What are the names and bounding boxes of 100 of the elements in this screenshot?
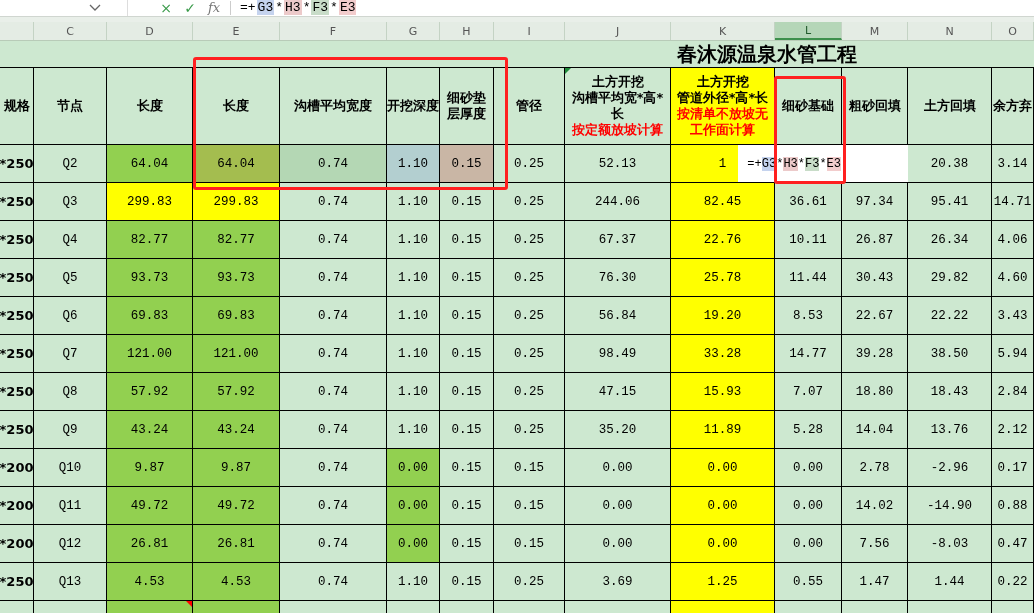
table-cell: 7.07 [775,373,842,410]
table-cell: 0.00 [387,449,440,486]
table-cell: 1.10 [387,145,440,182]
table-cell: 18.80 [842,373,908,410]
table-cell: 26.81 [193,525,280,562]
table-cell: -8.03 [908,525,992,562]
table-cell: 0.74 [280,259,387,296]
table-cell: *200 [0,449,34,486]
table-cell: 121.00 [193,335,280,372]
table-cell: 0.22 [992,563,1034,600]
header-cell: 长度 [107,68,193,144]
chevron-down-icon [89,4,101,12]
table-cell: 14.04 [842,411,908,448]
table-cell: 0.00 [775,525,842,562]
table-cell: 0.25 [494,145,565,182]
table-cell: 57.92 [193,373,280,410]
table-cell: 57.92 [107,373,193,410]
table-cell: 121.00 [107,335,193,372]
table-cell: 0.74 [280,335,387,372]
table-cell: 14.02 [842,487,908,524]
table-cell: 3.43 [992,297,1034,334]
column-header[interactable]: G [387,22,440,40]
column-header[interactable]: L [775,22,842,40]
formula-input[interactable]: =+G3*H3*F3*E3 [239,1,357,15]
column-header[interactable]: D [107,22,193,40]
table-cell: 1.10 [387,411,440,448]
table-cell: 0.15 [440,373,494,410]
table-cell: 1.10 [387,183,440,220]
table-cell: 39.28 [842,335,908,372]
table-cell: 0.25 [494,335,565,372]
table-cell: 14.71 [992,183,1034,220]
table-cell: 43.24 [193,411,280,448]
table-cell: 1.10 [387,297,440,334]
table-cell: 43.24 [107,411,193,448]
table-cell: 1.10 [387,563,440,600]
table-cell: 22.67 [842,297,908,334]
column-header[interactable]: J [565,22,671,40]
table-cell: *250 [0,145,34,182]
column-header[interactable]: O [992,22,1034,40]
table-cell: 0.15 [494,525,565,562]
table-cell: -14.90 [908,487,992,524]
column-header[interactable]: M [842,22,908,40]
table-cell: 0.15 [494,449,565,486]
table-cell: 0.15 [494,487,565,524]
table-cell: 82.45 [671,183,775,220]
table-cell: 14.77 [775,335,842,372]
table-cell: 1.10 [387,335,440,372]
cancel-button[interactable]: × [154,1,178,15]
table-cell: 1.10 [387,221,440,258]
table-cell: 0.25 [494,373,565,410]
table-cell: 4.06 [992,221,1034,258]
table-cell: 0.74 [280,145,387,182]
header-cell: 开挖深度 [387,68,440,144]
table-cell: 0.00 [671,525,775,562]
table-cell: 0.15 [440,525,494,562]
table-cell: 69.83 [107,297,193,334]
header-cell: 余方弃 [992,68,1034,144]
confirm-button[interactable]: ✓ [178,1,202,15]
table-cell: 95.41 [908,183,992,220]
column-header[interactable]: C [34,22,107,40]
table-cell: 1.44 [908,563,992,600]
table-cell: 64.04 [107,145,193,182]
table-cell: 0.25 [494,297,565,334]
column-header[interactable]: H [440,22,494,40]
table-cell: 2.12 [992,411,1034,448]
header-cell: 管径 [494,68,565,144]
table-cell: 49.72 [107,487,193,524]
table-cell: 299.83 [107,183,193,220]
table-cell: 10.11 [775,221,842,258]
table-cell: 0.74 [280,297,387,334]
table-cell: 0.55 [775,563,842,600]
table-cell: 1.10 [387,373,440,410]
table-cell: 0.00 [671,487,775,524]
table-cell: *250 [0,297,34,334]
table-cell: 0.15 [440,487,494,524]
table-cell: 5.94 [992,335,1034,372]
header-cell: 节点 [34,68,107,144]
table-cell: 0.00 [387,525,440,562]
table-cell: 26.34 [908,221,992,258]
table-cell: 0.74 [280,373,387,410]
table-cell: 4.53 [107,563,193,600]
table-cell: 0.15 [440,259,494,296]
table-cell: 0.15 [440,335,494,372]
table-cell: 64.04 [193,145,280,182]
column-header[interactable]: E [193,22,280,40]
column-header[interactable]: N [908,22,992,40]
header-cell: 土方回填 [908,68,992,144]
column-header[interactable]: I [494,22,565,40]
table-cell: 0.00 [387,487,440,524]
table-cell: *250 [0,259,34,296]
table-cell: *250 [0,411,34,448]
table-cell: 0.74 [280,183,387,220]
table-cell: *250 [0,373,34,410]
table-cell: 26.87 [842,221,908,258]
table-cell: 0.74 [280,411,387,448]
insert-function-button[interactable]: fx [202,1,226,15]
table-cell: -2.96 [908,449,992,486]
table-cell: 0.88 [992,487,1034,524]
header-cell: 细砂垫 层厚度 [440,68,494,144]
column-header[interactable]: F [280,22,387,40]
